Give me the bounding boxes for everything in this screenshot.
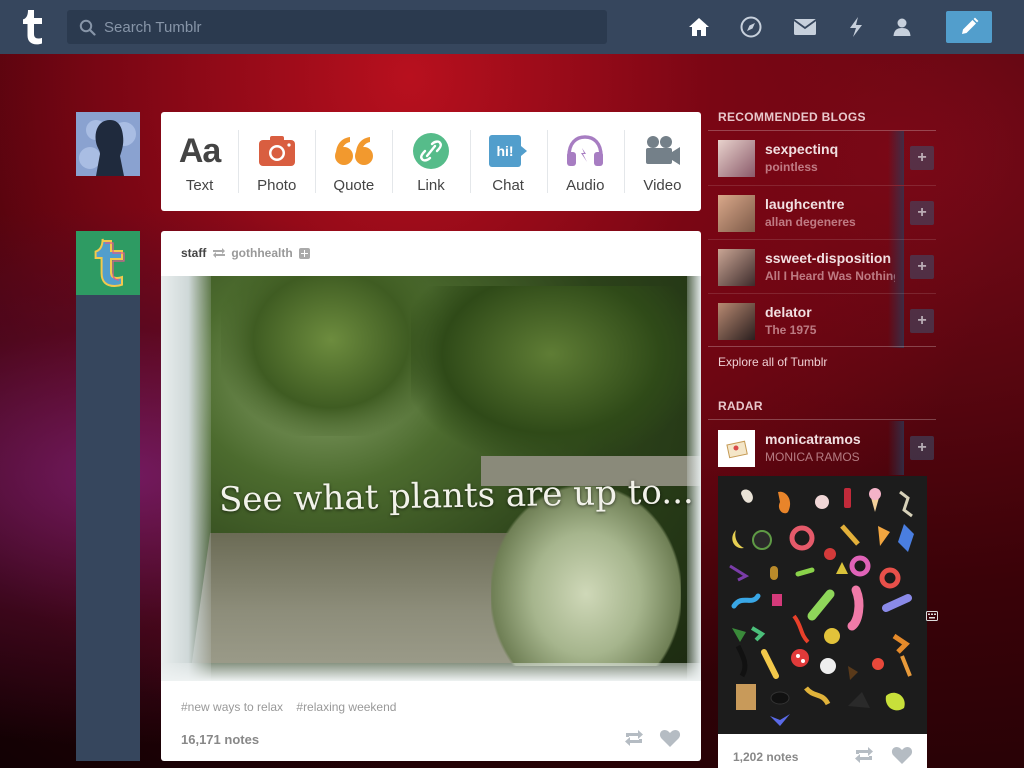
keyboard-shortcuts-icon[interactable] [926, 610, 938, 622]
follow-blog-button[interactable]: + [910, 201, 934, 225]
post-type-label: Text [185, 177, 214, 194]
follow-blog-button[interactable]: + [910, 146, 934, 170]
post-tags: #new ways to relax #relaxing weekend [181, 700, 406, 714]
blog-title: pointless [765, 160, 818, 174]
post-notes-count[interactable]: 16,171 notes [181, 732, 259, 747]
photo-frame [161, 663, 701, 681]
blog-title: MONICA RAMOS [765, 450, 860, 464]
follow-blog-button[interactable]: + [910, 309, 934, 333]
row-fade [888, 294, 904, 348]
post-type-label: Audio [566, 177, 605, 194]
blog-title: All I Heard Was Nothing [765, 269, 895, 283]
recommended-blogs-heading: RECOMMENDED BLOGS [718, 110, 866, 124]
radar-notes-count[interactable]: 1,202 notes [733, 750, 798, 764]
divider [708, 419, 936, 420]
post-type-text-button[interactable]: Aa Text [161, 112, 238, 211]
camera-icon [258, 129, 296, 173]
post-type-selector: Aa Text Photo Quote Link hi! Chat Audio [161, 112, 701, 211]
blog-title: The 1975 [765, 323, 817, 337]
post-tag[interactable]: #new ways to relax [181, 700, 283, 714]
radar-heading: RADAR [718, 399, 763, 413]
blog-avatar[interactable] [718, 430, 755, 467]
row-fade [888, 131, 904, 185]
blog-avatar[interactable] [718, 140, 755, 177]
photo-caption-text: See what plants are up to... [218, 471, 695, 521]
post-type-label: Video [643, 177, 682, 194]
post-type-quote-button[interactable]: Quote [315, 112, 392, 211]
recommended-blog-row[interactable]: sexpectinq pointless + [708, 131, 936, 185]
post-type-label: Quote [333, 177, 375, 194]
explore-all-link[interactable]: Explore all of Tumblr [718, 355, 827, 369]
top-navigation-bar [0, 0, 1024, 54]
post-tag[interactable]: #relaxing weekend [296, 700, 396, 714]
reblog-icon[interactable] [853, 746, 875, 764]
staff-avatar-column [76, 231, 140, 761]
post-header: staff gothhealth [181, 246, 310, 260]
dashboard-post: staff gothhealth See what plants are up … [161, 231, 701, 761]
activity-icon[interactable] [844, 15, 868, 39]
post-type-link-button[interactable]: Link [392, 112, 469, 211]
compose-button[interactable] [946, 11, 992, 43]
post-type-label: Photo [257, 177, 297, 194]
like-heart-icon[interactable] [659, 729, 681, 748]
search-icon [79, 19, 96, 36]
quote-icon [334, 129, 374, 173]
post-photo[interactable]: See what plants are up to... [161, 276, 701, 681]
post-type-audio-button[interactable]: Audio [546, 112, 624, 211]
post-type-label: Link [417, 177, 445, 194]
user-avatar[interactable] [76, 112, 140, 176]
svg-text:hi!: hi! [497, 143, 514, 159]
chat-icon: hi! [488, 129, 528, 173]
search-bar[interactable] [67, 10, 607, 44]
post-actions [623, 729, 681, 748]
blog-name[interactable]: laughcentre [765, 196, 905, 212]
photo-frame [161, 276, 211, 681]
follow-blog-button[interactable]: + [910, 436, 934, 460]
tumblr-logo-icon[interactable] [15, 8, 49, 46]
row-fade [888, 240, 904, 294]
inbox-icon[interactable] [793, 15, 817, 39]
explore-icon[interactable] [739, 15, 763, 39]
blog-avatar[interactable] [718, 195, 755, 232]
divider [708, 346, 936, 347]
headphones-icon [565, 129, 605, 173]
account-icon[interactable] [890, 15, 914, 39]
radar-post-footer: 1,202 notes [718, 734, 927, 768]
like-heart-icon[interactable] [891, 746, 913, 765]
reblog-source-link[interactable]: gothhealth [231, 246, 292, 260]
home-icon[interactable] [687, 15, 711, 39]
text-icon: Aa [178, 131, 221, 170]
recommended-blog-row[interactable]: laughcentre allan degeneres + [708, 185, 936, 240]
blog-avatar[interactable] [718, 303, 755, 340]
reblog-icon [213, 248, 226, 258]
post-type-video-button[interactable]: Video [623, 112, 701, 211]
radar-post-image[interactable] [718, 476, 927, 734]
recommended-blog-row[interactable]: ssweet-disposition All I Heard Was Nothi… [708, 239, 936, 294]
staff-avatar[interactable] [76, 231, 140, 295]
row-fade [888, 186, 904, 240]
post-type-label: Chat [492, 177, 524, 194]
pencil-icon [962, 17, 979, 34]
photo-foliage [411, 286, 691, 456]
radar-post-actions [853, 746, 913, 765]
blog-name[interactable]: ssweet-disposition [765, 250, 905, 266]
blog-title: allan degeneres [765, 215, 856, 229]
blog-name[interactable]: delator [765, 304, 905, 320]
follow-blog-button[interactable]: + [910, 255, 934, 279]
radar-blog-row[interactable]: monicatramos MONICA RAMOS + [708, 421, 936, 475]
follow-plus-icon[interactable] [298, 247, 310, 259]
reblog-icon[interactable] [623, 729, 645, 747]
recommended-blog-row[interactable]: delator The 1975 + [708, 293, 936, 348]
video-camera-icon [642, 129, 682, 173]
blog-avatar[interactable] [718, 249, 755, 286]
post-author-link[interactable]: staff [181, 246, 206, 260]
post-type-photo-button[interactable]: Photo [238, 112, 315, 211]
post-type-chat-button[interactable]: hi! Chat [469, 112, 547, 211]
photo-foliage [221, 276, 441, 436]
link-icon [412, 129, 450, 173]
blog-name[interactable]: monicatramos [765, 431, 905, 447]
blog-name[interactable]: sexpectinq [765, 141, 905, 157]
search-input[interactable] [104, 18, 584, 36]
row-fade [888, 421, 904, 475]
